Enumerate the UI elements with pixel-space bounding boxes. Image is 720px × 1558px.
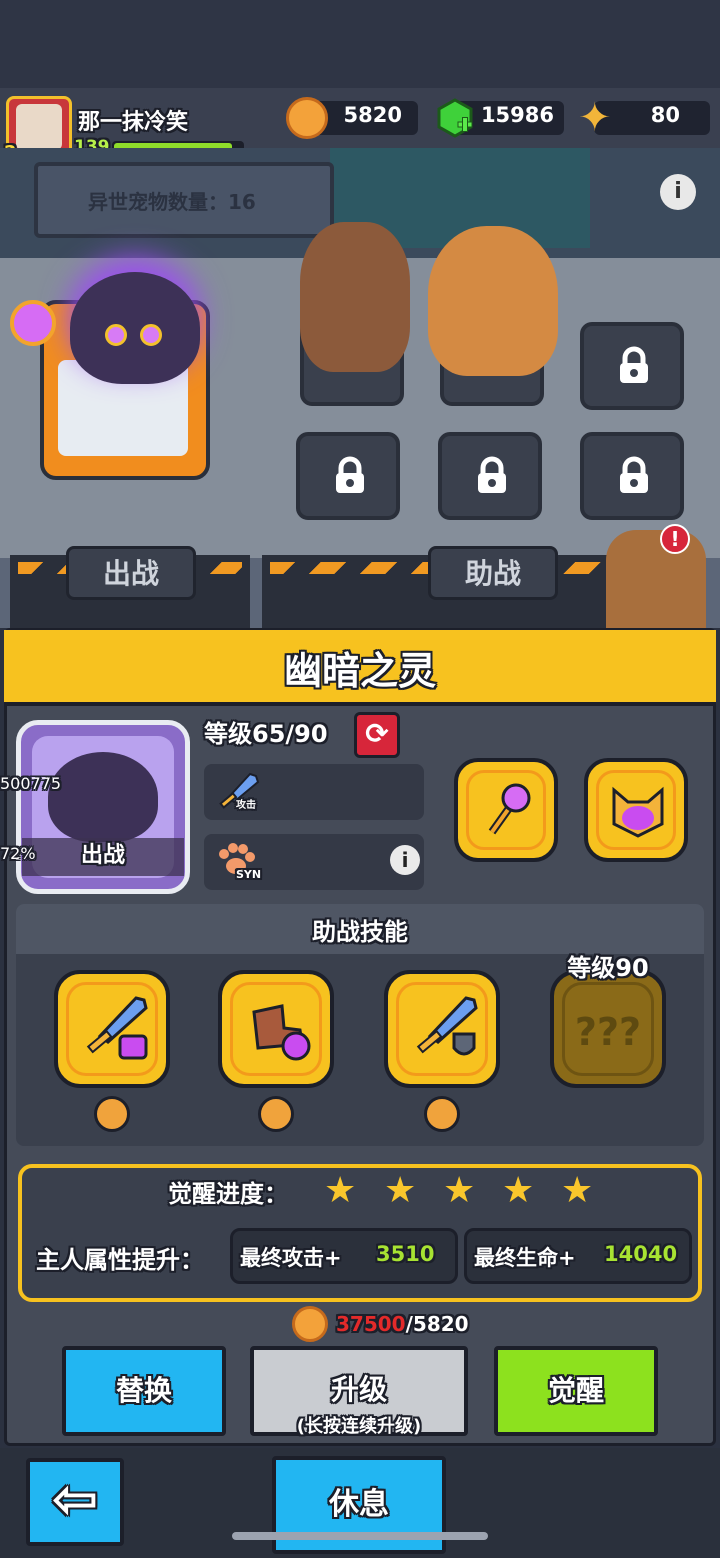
awaken-star-icon: ★: [443, 1170, 476, 1211]
shadow-spirit-pet[interactable]: [70, 272, 200, 384]
coin-icon: [286, 97, 328, 139]
star-value: 80: [650, 103, 680, 127]
squirrel-pet[interactable]: [300, 222, 410, 372]
attack-tag: 攻击: [236, 800, 256, 811]
refresh-icon[interactable]: ⟳: [354, 712, 400, 758]
lock-icon: [620, 456, 648, 493]
pet-level: 等级65/90: [204, 720, 328, 748]
star-icon: ✦: [578, 95, 612, 141]
magic-staff-icon: [488, 783, 531, 835]
upgrade-button-hint: (长按连续升级): [296, 1416, 422, 1437]
skill-boots[interactable]: [218, 970, 334, 1088]
gem-plus-icon[interactable]: [436, 98, 474, 138]
skill-sword-shield[interactable]: [384, 970, 500, 1088]
syn-tag: SYN: [236, 868, 262, 881]
assist-slot-locked[interactable]: [580, 322, 684, 410]
npc-character[interactable]: [606, 530, 706, 630]
owner-bonus-label: 主人属性提升：: [36, 1246, 204, 1274]
cost-owned: /5820: [405, 1312, 469, 1336]
sword-skull-icon: [86, 996, 148, 1060]
final-hp-value: 14040: [604, 1242, 678, 1266]
locked-skill-level: 等级90: [567, 954, 649, 982]
equipment-pet-slot[interactable]: [584, 758, 688, 862]
upgrade-button[interactable]: 升级 (长按连续升级): [250, 1346, 468, 1437]
awaken-progress-label: 觉醒进度：: [168, 1180, 288, 1208]
assist-slot-locked[interactable]: [438, 432, 542, 520]
pet-name: 幽暗之灵: [283, 649, 436, 693]
player-name: 那一抹冷笑: [78, 110, 189, 135]
back-arrow-icon[interactable]: ⇦: [26, 1458, 124, 1546]
upgrade-cost: 37500/5820: [336, 1312, 469, 1336]
final-attack-label: 最终攻击+: [240, 1246, 342, 1270]
cat-face-icon: [612, 786, 664, 838]
awaken-star-icon: ★: [561, 1170, 594, 1211]
upgrade-hammer-icon: [258, 1096, 294, 1132]
status-bar-area: [0, 0, 720, 88]
sword-shield-icon: [416, 996, 478, 1056]
magic-staff-icon: [10, 300, 56, 346]
assist-skills-title: 助战技能: [312, 918, 408, 946]
final-attack-value: 3510: [376, 1242, 435, 1266]
battle-label: 出战: [66, 546, 196, 600]
locked-skill-text: ???: [574, 1010, 642, 1054]
gem-value: 15986: [480, 103, 554, 127]
home-indicator[interactable]: [232, 1532, 488, 1540]
upgrade-hammer-icon: [424, 1096, 460, 1132]
lock-icon: [620, 346, 648, 383]
alert-badge: !: [660, 524, 690, 554]
pet-status-label: 出战: [22, 838, 184, 876]
upgrade-hammer-icon: [94, 1096, 130, 1132]
awaken-button[interactable]: 觉醒: [494, 1346, 658, 1436]
avatar[interactable]: [16, 104, 62, 150]
coin-value: 5820: [343, 103, 402, 127]
assist-slot-locked[interactable]: [580, 432, 684, 520]
coin-icon: [292, 1306, 328, 1342]
syn-value: 72%: [0, 844, 36, 863]
cat-pet[interactable]: [428, 226, 558, 376]
info-icon[interactable]: i: [660, 174, 696, 210]
info-icon[interactable]: i: [390, 845, 420, 875]
cost-required: 37500: [336, 1312, 406, 1336]
skill-sword-debuff[interactable]: [54, 970, 170, 1088]
pet-eye: [140, 324, 162, 346]
pet-count-text: 异世宠物数量：16: [88, 190, 256, 214]
awaken-star-icon: ★: [502, 1170, 535, 1211]
equipment-staff-slot[interactable]: [454, 758, 558, 862]
replace-button[interactable]: 替换: [62, 1346, 226, 1436]
final-hp-label: 最终生命+: [474, 1246, 576, 1270]
lock-icon: [336, 456, 364, 493]
awaken-star-icon: ★: [324, 1170, 357, 1211]
upgrade-button-label: 升级: [330, 1373, 387, 1406]
assist-slot-locked[interactable]: [296, 432, 400, 520]
pet-portrait: [48, 752, 158, 842]
lock-icon: [478, 456, 506, 493]
assist-label: 助战: [428, 546, 558, 600]
attack-value: 500775: [0, 774, 62, 793]
pet-eye: [105, 324, 127, 346]
awaken-star-icon: ★: [384, 1170, 417, 1211]
boots-icon: [252, 1004, 311, 1061]
